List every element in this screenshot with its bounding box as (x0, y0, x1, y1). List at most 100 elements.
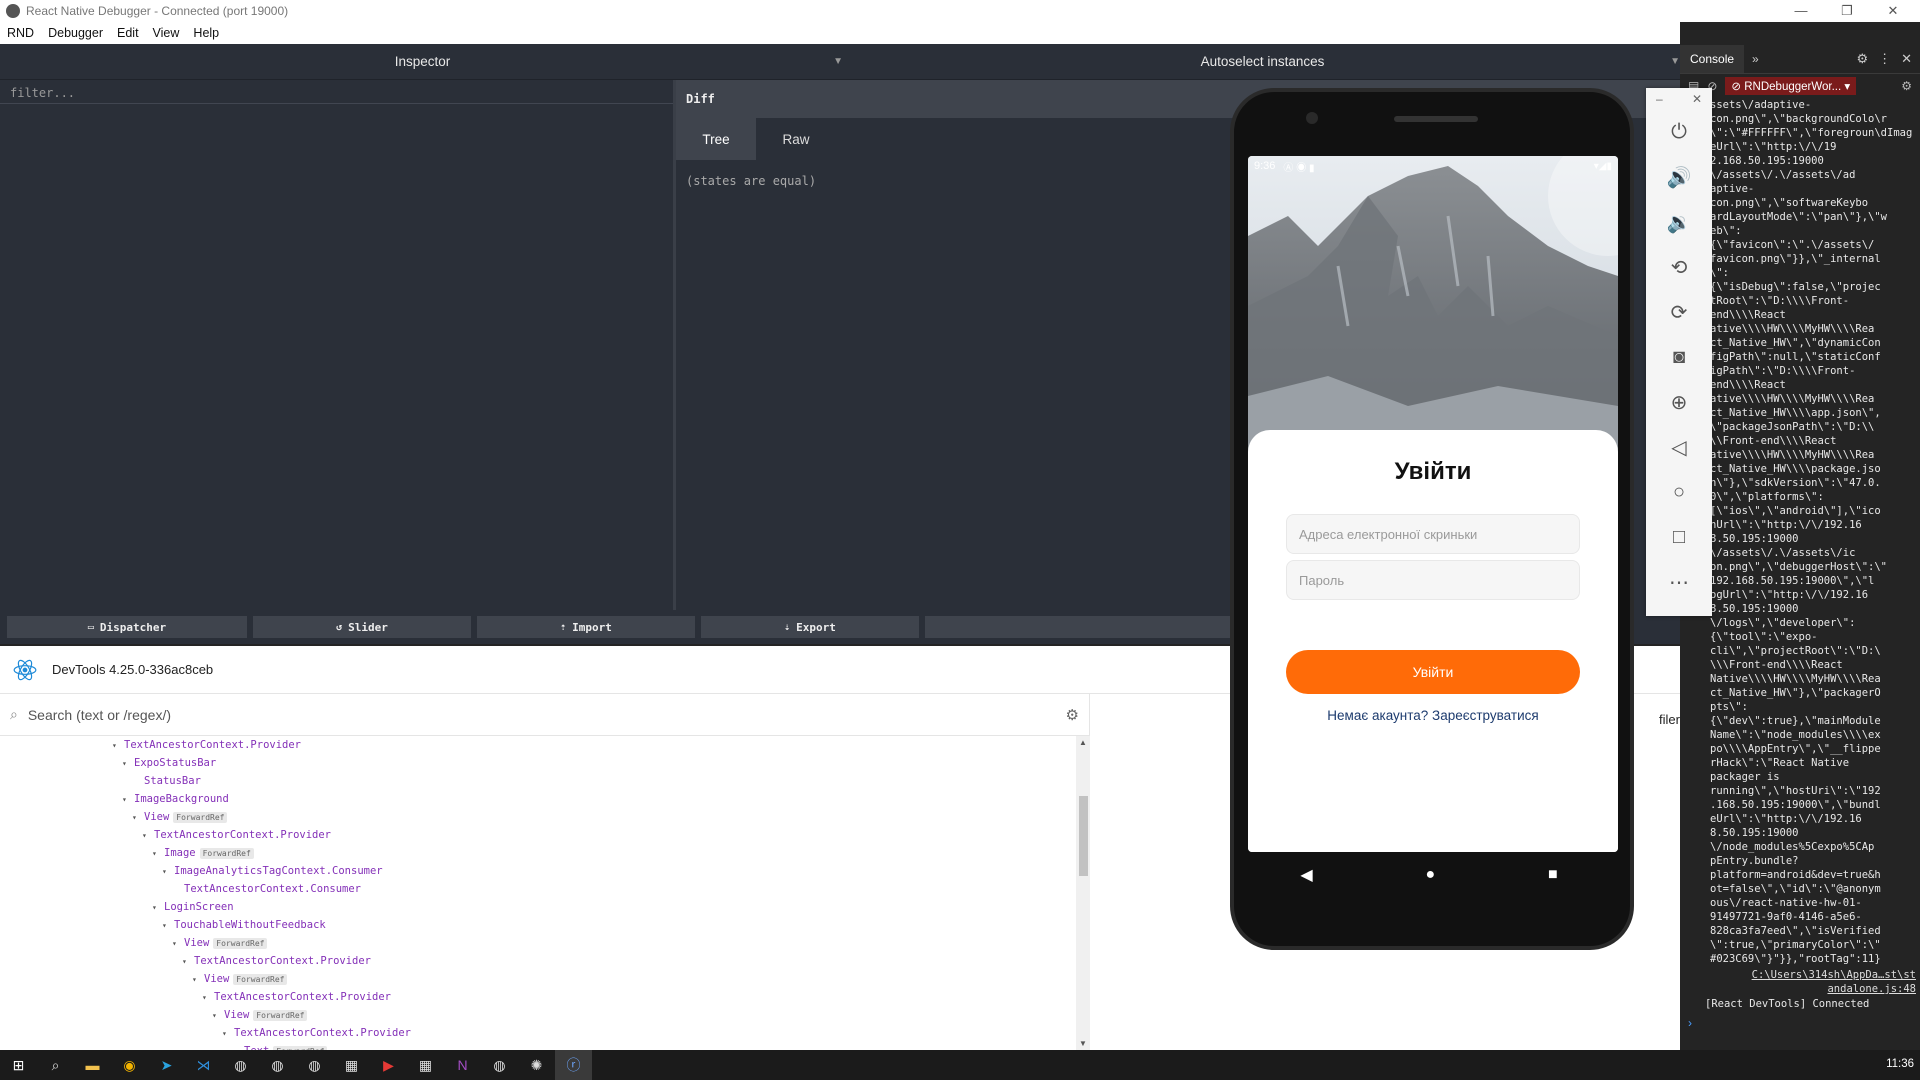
tree-node[interactable]: ▾ TextAncestorContext.Provider (0, 952, 1076, 970)
expand-arrow-icon[interactable]: ▾ (212, 1007, 224, 1025)
more-tabs-icon[interactable]: » (1752, 52, 1759, 66)
kebab-menu-icon[interactable]: ⋮ (1878, 51, 1891, 67)
tree-node[interactable]: StatusBar (0, 772, 1076, 790)
source-link[interactable]: C:\Users\314sh\AppDa…st\st andalone.js:4… (1710, 968, 1916, 996)
slider-button[interactable]: ↺ Slider (253, 616, 471, 638)
chrome-icon[interactable]: ◉ (111, 1050, 148, 1080)
expand-arrow-icon[interactable]: ▾ (172, 935, 184, 953)
menu-view[interactable]: View (146, 26, 187, 40)
home-nav-icon[interactable]: ● (1425, 866, 1435, 884)
password-field[interactable]: Пароль (1286, 560, 1580, 600)
settings-gear-icon[interactable]: ⚙ (1856, 51, 1868, 67)
tree-node[interactable]: ▾TextForwardRef (0, 1042, 1076, 1050)
file-explorer-icon[interactable]: ▬ (74, 1050, 111, 1080)
email-field[interactable]: Адреса електронної скриньки (1286, 514, 1580, 554)
tree-node[interactable]: ▾ View ForwardRef (0, 970, 1076, 988)
expand-arrow-icon[interactable]: ▾ (202, 989, 214, 1007)
autoselect-instances-dropdown[interactable]: Autoselect instances ▼ (845, 54, 1680, 69)
vscode-icon[interactable]: ⋊ (185, 1050, 222, 1080)
expand-arrow-icon[interactable]: ▾ (122, 755, 134, 773)
tree-node[interactable]: ▾ View ForwardRef (0, 808, 1076, 826)
close-icon[interactable]: ✕ (1901, 51, 1912, 67)
tab-console[interactable]: Console (1680, 44, 1745, 73)
tree-node[interactable]: ▾ View ForwardRef (0, 1006, 1076, 1024)
inspector-title[interactable]: Inspector ▼ (0, 54, 845, 69)
minimize-button[interactable]: — (1778, 0, 1824, 22)
tree-node[interactable]: ▾ ImageBackground (0, 790, 1076, 808)
recents-nav-icon[interactable]: ■ (1548, 866, 1558, 884)
tree-node[interactable]: ▾ TextAncestorContext.Provider (0, 1024, 1076, 1042)
expand-arrow-icon[interactable]: ▾ (152, 845, 164, 863)
rotate-left-icon[interactable]: ⟲ (1646, 245, 1712, 290)
menu-help[interactable]: Help (186, 26, 226, 40)
telegram-icon[interactable]: ➤ (148, 1050, 185, 1080)
expand-arrow-icon[interactable]: ▾ (112, 737, 124, 755)
tree-node[interactable]: ▾ TextAncestorContext.Provider (0, 826, 1076, 844)
volume-up-icon[interactable]: 🔊 (1646, 155, 1712, 200)
more-icon[interactable]: ⋯ (1646, 560, 1712, 605)
expand-arrow-icon[interactable]: ▾ (132, 809, 144, 827)
tree-node[interactable]: ▾ TextAncestorContext.Provider (0, 736, 1076, 754)
expand-arrow-icon[interactable]: ▾ (152, 899, 164, 917)
close-icon[interactable]: ✕ (1692, 92, 1702, 106)
tree-node[interactable]: ▾ LoginScreen (0, 898, 1076, 916)
camera-screenshot-icon[interactable]: ◙ (1646, 335, 1712, 380)
app-icon[interactable]: ◍ (481, 1050, 518, 1080)
power-icon[interactable]: ⏻ (1646, 110, 1712, 155)
app-icon[interactable]: ◍ (259, 1050, 296, 1080)
menu-rnd[interactable]: RND (0, 26, 41, 40)
tree-scrollbar[interactable]: ▲ ▼ (1076, 736, 1090, 1050)
app-icon[interactable]: ◍ (296, 1050, 333, 1080)
expand-arrow-icon[interactable]: ▾ (122, 791, 134, 809)
export-button[interactable]: ⇣ Export (701, 616, 919, 638)
back-icon[interactable]: ◁ (1646, 425, 1712, 470)
calculator-icon[interactable]: ▦ (407, 1050, 444, 1080)
chatgpt-icon[interactable]: ✺ (518, 1050, 555, 1080)
tree-node[interactable]: TextAncestorContext.Consumer (0, 880, 1076, 898)
rotate-right-icon[interactable]: ⟳ (1646, 290, 1712, 335)
tree-node[interactable]: ▾ TouchableWithoutFeedback (0, 916, 1076, 934)
import-button[interactable]: ⇡ Import (477, 616, 695, 638)
taskbar-clock[interactable]: 11:36 (1886, 1058, 1914, 1070)
menu-edit[interactable]: Edit (110, 26, 146, 40)
volume-down-icon[interactable]: 🔉 (1646, 200, 1712, 245)
settings-gear-icon[interactable]: ⚙ (1066, 706, 1079, 724)
tree-node[interactable]: ▾ ImageAnalyticsTagContext.Consumer (0, 862, 1076, 880)
scroll-down-icon[interactable]: ▼ (1079, 1039, 1087, 1048)
login-button[interactable]: Увійти (1286, 650, 1580, 694)
tree-node[interactable]: ▾ View ForwardRef (0, 934, 1076, 952)
register-link[interactable]: Немає акаунта? Зареєструватися (1248, 708, 1618, 723)
dispatcher-button[interactable]: ▭ Dispatcher (7, 616, 247, 638)
console-settings-icon[interactable]: ⚙ (1901, 79, 1920, 93)
windows-start-icon[interactable]: ⊞ (0, 1050, 37, 1080)
filter-input[interactable]: filter... (0, 80, 673, 104)
tree-node[interactable]: ▾ Image ForwardRef (0, 844, 1076, 862)
youtube-icon[interactable]: ▶ (370, 1050, 407, 1080)
maximize-button[interactable]: ❐ (1824, 0, 1870, 22)
expand-arrow-icon[interactable]: ▾ (182, 953, 194, 971)
home-icon[interactable]: ○ (1646, 470, 1712, 515)
tab-raw[interactable]: Raw (756, 118, 836, 160)
minimize-icon[interactable]: – (1656, 92, 1663, 106)
tree-node[interactable]: ▾ ExpoStatusBar (0, 754, 1076, 772)
search-icon[interactable]: ⌕ (37, 1050, 74, 1080)
expand-arrow-icon[interactable]: ▾ (162, 917, 174, 935)
calculator-icon[interactable]: ▦ (333, 1050, 370, 1080)
expand-arrow-icon[interactable]: ▾ (162, 863, 174, 881)
expand-arrow-icon[interactable]: ▾ (142, 827, 154, 845)
console-prompt[interactable]: › (1688, 1016, 1692, 1030)
overview-icon[interactable]: □ (1646, 515, 1712, 560)
expand-arrow-icon[interactable]: ▾ (192, 971, 204, 989)
onenote-icon[interactable]: N (444, 1050, 481, 1080)
context-selector[interactable]: ⊘ RNDebuggerWor... ▾ (1725, 77, 1857, 95)
zoom-icon[interactable]: ⊕ (1646, 380, 1712, 425)
close-button[interactable]: ✕ (1870, 0, 1916, 22)
tree-node[interactable]: ▾ TextAncestorContext.Provider (0, 988, 1076, 1006)
app-icon[interactable]: ◍ (222, 1050, 259, 1080)
tab-tree[interactable]: Tree (676, 118, 756, 160)
expand-arrow-icon[interactable]: ▾ (232, 1043, 244, 1050)
scrollbar-thumb[interactable] (1079, 796, 1088, 876)
expand-arrow-icon[interactable]: ▾ (222, 1025, 234, 1043)
profiler-tab[interactable]: filer (1659, 712, 1680, 727)
back-nav-icon[interactable]: ◀ (1300, 865, 1312, 885)
